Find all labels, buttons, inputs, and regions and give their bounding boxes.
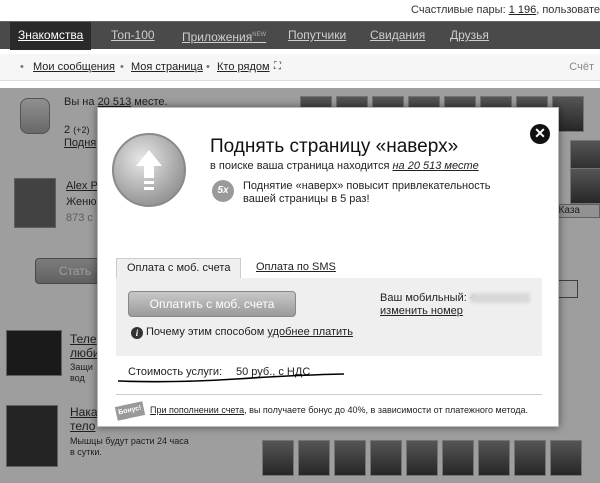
tab-mobile-payment[interactable]: Оплата с моб. счета <box>116 258 242 278</box>
info-icon: i <box>131 327 143 339</box>
happy-pairs-line: Счастливые пары: 1 196, пользовате <box>411 4 600 16</box>
sub-nav: • Мои сообщения • Моя страница • Кто ряд… <box>0 54 600 81</box>
my-messages-link[interactable]: Мои сообщения <box>33 61 115 73</box>
nav-tab-apps[interactable]: ПриложенияNEW <box>174 22 274 50</box>
bonus-link[interactable]: При пополнении счета <box>150 405 244 415</box>
arrow-up-icon <box>136 150 162 190</box>
bonus-text: , вы получаете бонус до 40%, в зависимос… <box>244 405 529 415</box>
x5-badge: 5x <box>212 180 234 202</box>
pay-mobile-button[interactable]: Оплатить с моб. счета <box>128 291 296 317</box>
search-position[interactable]: на 20 513 месте <box>392 160 478 172</box>
account-link[interactable]: Счёт <box>569 61 594 73</box>
nav-tab-apps-label: Приложения <box>182 30 253 44</box>
my-page-link[interactable]: Моя страница <box>131 61 203 73</box>
nav-tab-druzya[interactable]: Друзья <box>442 22 497 50</box>
close-button[interactable]: ✕ <box>530 124 550 144</box>
users-label: , пользовате <box>536 4 600 16</box>
binoculars-icon: ⛶ <box>274 61 281 72</box>
raise-page-modal: ✕ Поднять страницу «наверх» в поиске ваш… <box>97 107 559 427</box>
bonus-badge: Бонус! <box>114 401 146 421</box>
payment-panel <box>116 278 542 356</box>
search-position-line: в поиске ваша страница находится на 20 5… <box>210 160 479 172</box>
happy-pairs-count[interactable]: 1 196 <box>509 4 537 16</box>
why-text: Почему этим способом <box>146 326 265 338</box>
divider <box>116 394 542 395</box>
bonus-line: При пополнении счета, вы получаете бонус… <box>150 405 528 415</box>
close-icon: ✕ <box>534 125 546 141</box>
modal-title: Поднять страницу «наверх» <box>210 136 459 157</box>
new-badge: NEW <box>252 32 267 38</box>
nav-tab-svidaniya[interactable]: Свидания <box>362 22 433 50</box>
change-number-link[interactable]: изменить номер <box>380 305 463 317</box>
mobile-number-blurred <box>470 293 530 303</box>
nav-tab-poputchiki[interactable]: Попутчики <box>280 22 354 50</box>
tab-sms-payment[interactable]: Оплата по SMS <box>246 258 346 278</box>
nav-tab-top100[interactable]: Топ-100 <box>103 22 163 50</box>
nav-tab-znakomstva[interactable]: Знакомства <box>10 22 92 50</box>
nearby-link[interactable]: Кто рядом <box>217 61 270 73</box>
raise-up-icon <box>112 133 186 207</box>
payment-tabs: Оплата с моб. счета Оплата по SMS <box>116 258 542 278</box>
underline-scribble <box>117 373 345 383</box>
why-link[interactable]: удобнее платить <box>267 326 353 338</box>
mobile-number-label: Ваш мобильный: + <box>380 292 477 304</box>
boost-text: Поднятие «наверх» повысит привлекательно… <box>243 180 491 205</box>
main-nav: Знакомства Топ-100 ПриложенияNEW Попутчи… <box>0 21 600 50</box>
happy-pairs-label: Счастливые пары: <box>411 4 506 16</box>
search-text: в поиске ваша страница находится <box>210 160 390 172</box>
why-line: Почему этим способом удобнее платить <box>146 326 353 338</box>
